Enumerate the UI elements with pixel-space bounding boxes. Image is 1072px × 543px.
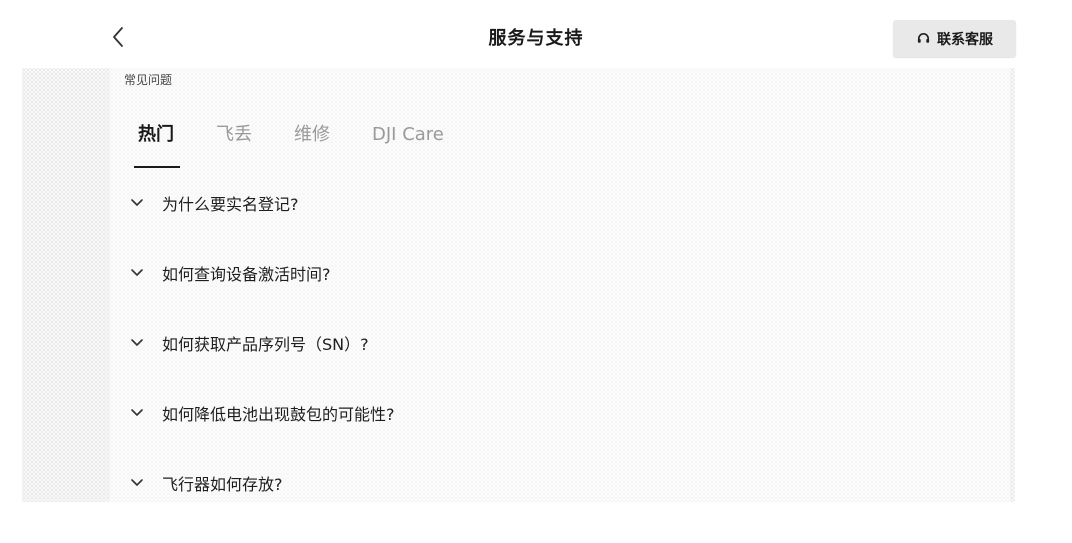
faq-item[interactable]: 为什么要实名登记?	[130, 183, 990, 223]
tab-repair[interactable]: 维修	[294, 124, 330, 170]
tab-lost-drone[interactable]: 飞丢	[216, 124, 252, 170]
section-label: 常见问题	[124, 73, 173, 87]
support-screen: 服务与支持 联系客服 常见问题 热门 飞丢 维修 DJI Care 为什么要实名…	[0, 0, 1072, 543]
faq-item[interactable]: 如何降低电池出现鼓包的可能性?	[130, 393, 990, 433]
faq-item[interactable]: 如何获取产品序列号（SN）?	[130, 323, 990, 363]
faq-item[interactable]: 飞行器如何存放?	[130, 463, 990, 503]
chevron-down-icon	[131, 409, 143, 416]
faq-list: 为什么要实名登记? 如何查询设备激活时间? 如何获取产品序列号（SN）? 如何降…	[130, 183, 990, 533]
chevron-down-icon	[131, 199, 143, 206]
faq-question: 如何查询设备激活时间?	[162, 265, 331, 284]
faq-question: 飞行器如何存放?	[162, 475, 283, 494]
chevron-down-icon	[131, 269, 143, 276]
contact-support-label: 联系客服	[937, 31, 993, 48]
faq-question: 为什么要实名登记?	[162, 195, 299, 214]
tab-hot[interactable]: 热门	[134, 124, 180, 170]
faq-question: 如何获取产品序列号（SN）?	[162, 335, 369, 354]
faq-item[interactable]: 如何查询设备激活时间?	[130, 253, 990, 293]
contact-support-button[interactable]: 联系客服	[893, 20, 1016, 57]
faq-tabs: 热门 飞丢 维修 DJI Care	[134, 124, 486, 170]
chevron-down-icon	[131, 479, 143, 486]
tab-dji-care[interactable]: DJI Care	[372, 124, 444, 170]
headset-icon	[917, 33, 930, 43]
faq-question: 如何降低电池出现鼓包的可能性?	[162, 405, 395, 424]
top-bar: 服务与支持 联系客服	[0, 0, 1072, 70]
chevron-down-icon	[131, 339, 143, 346]
